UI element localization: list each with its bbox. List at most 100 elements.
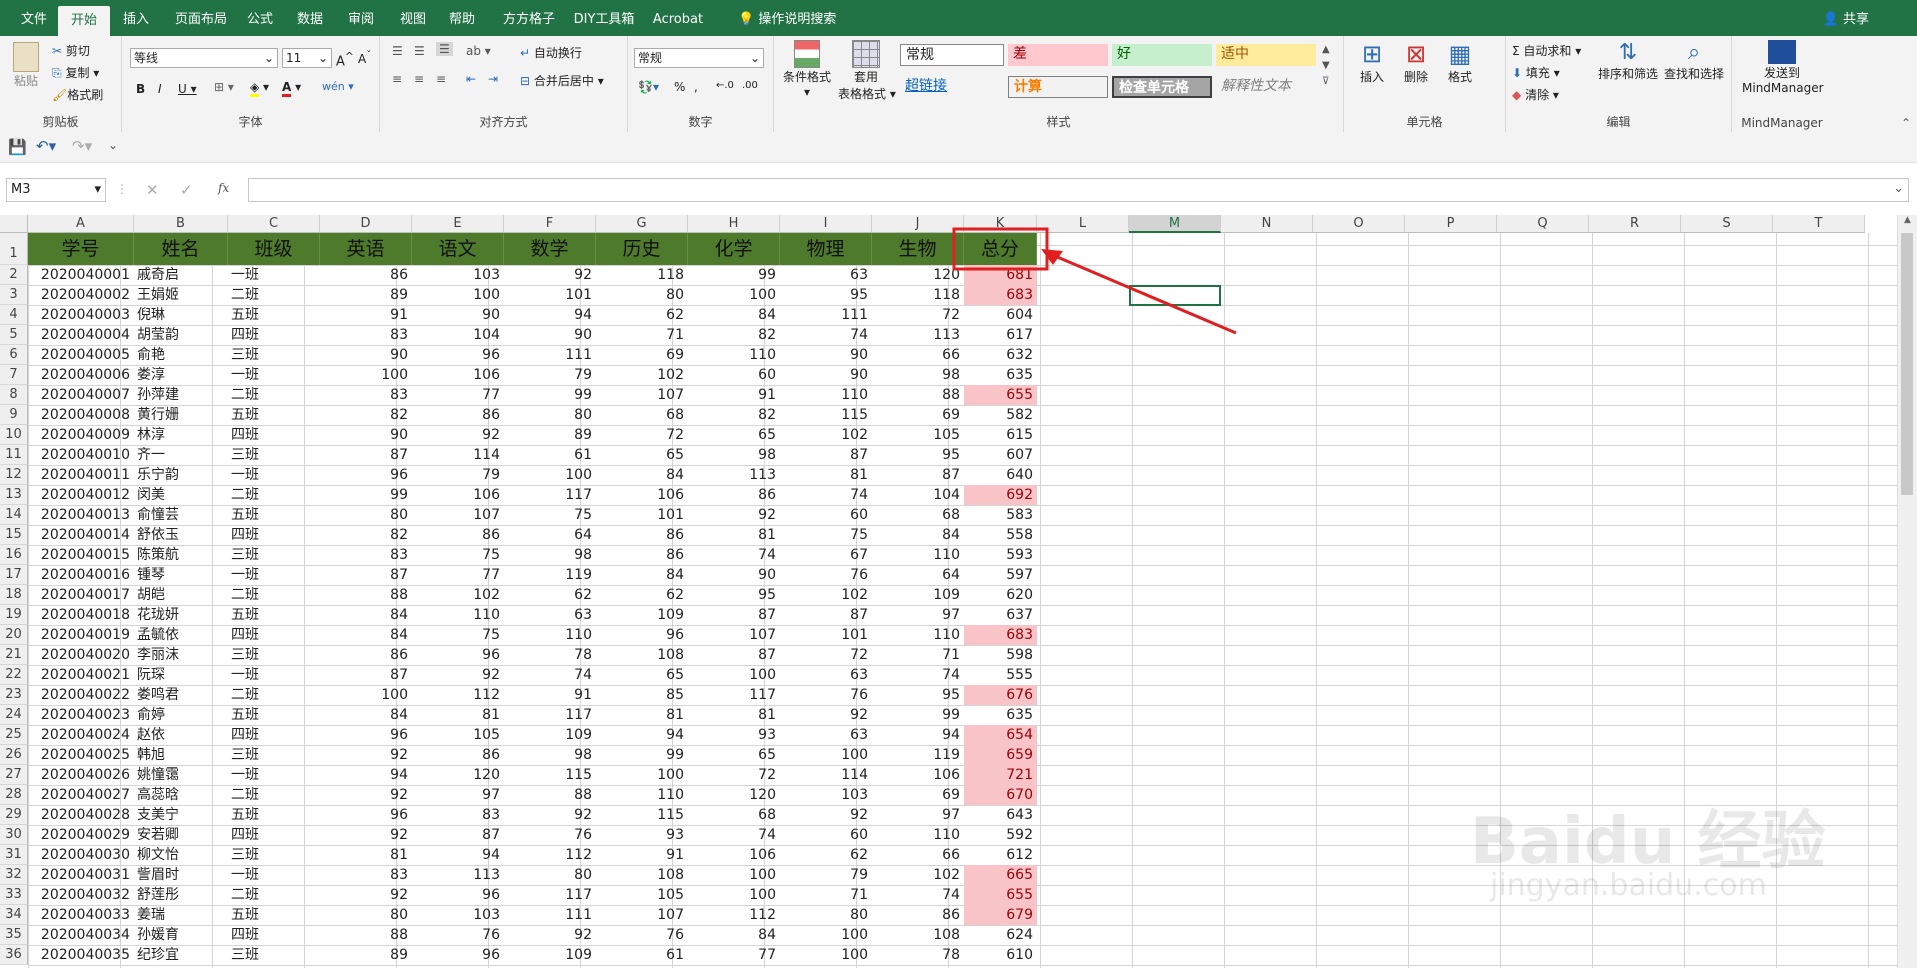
table-cell[interactable]: 2020040011	[28, 465, 134, 485]
row-header-29[interactable]: 29	[0, 805, 28, 825]
table-cell[interactable]: 2020040032	[28, 885, 134, 905]
row-header-7[interactable]: 7	[0, 365, 28, 385]
table-cell[interactable]: 97	[872, 805, 964, 825]
table-cell[interactable]: 96	[596, 625, 688, 645]
row-header-30[interactable]: 30	[0, 825, 28, 845]
table-cell[interactable]: 86	[412, 745, 504, 765]
column-header-D[interactable]: D	[320, 215, 412, 233]
table-cell[interactable]: 77	[412, 565, 504, 585]
table-cell[interactable]: 俞婷	[134, 705, 228, 725]
table-cell[interactable]: 69	[596, 345, 688, 365]
table-cell[interactable]: 106	[596, 485, 688, 505]
table-cell[interactable]: 76	[780, 685, 872, 705]
table-cell[interactable]: 88	[504, 785, 596, 805]
fill-button[interactable]: ⬇ 填充 ▾	[1512, 64, 1560, 81]
column-header-C[interactable]: C	[228, 215, 320, 233]
tab-6[interactable]: 审阅	[338, 0, 384, 36]
table-cell[interactable]: 孟毓依	[134, 625, 228, 645]
table-cell[interactable]: 2020040028	[28, 805, 134, 825]
table-cell[interactable]: 98	[688, 445, 780, 465]
table-cell[interactable]: 90	[504, 325, 596, 345]
shrink-font-button[interactable]: Aˇ	[358, 50, 371, 66]
table-cell[interactable]: 65	[688, 425, 780, 445]
table-cell[interactable]: 胡莹韵	[134, 325, 228, 345]
table-cell[interactable]: 四班	[228, 425, 320, 445]
table-cell[interactable]: 99	[504, 385, 596, 405]
table-cell[interactable]: 90	[412, 305, 504, 325]
table-cell[interactable]: 75	[780, 525, 872, 545]
row-header-20[interactable]: 20	[0, 625, 28, 645]
row-header-24[interactable]: 24	[0, 705, 28, 725]
table-cell[interactable]: 101	[504, 285, 596, 305]
table-cell[interactable]: 640	[964, 465, 1037, 485]
table-cell[interactable]: 2020040010	[28, 445, 134, 465]
table-cell[interactable]: 86	[412, 525, 504, 545]
table-cell[interactable]: 91	[596, 845, 688, 865]
table-cell[interactable]: 74	[780, 325, 872, 345]
table-cell[interactable]: 87	[320, 565, 412, 585]
table-cell[interactable]: 91	[504, 685, 596, 705]
table-cell[interactable]: 96	[412, 345, 504, 365]
table-cell[interactable]: 681	[964, 265, 1037, 285]
table-cell[interactable]: 86	[412, 405, 504, 425]
table-cell[interactable]: 72	[596, 425, 688, 445]
table-cell[interactable]: 84	[596, 565, 688, 585]
table-cell[interactable]: 闵美	[134, 485, 228, 505]
sort-filter-button[interactable]: ⇅ 排序和筛选	[1598, 40, 1658, 82]
table-cell[interactable]: 107	[688, 625, 780, 645]
column-header-H[interactable]: H	[688, 215, 780, 233]
table-cell[interactable]: 95	[688, 585, 780, 605]
table-cell[interactable]: 65	[596, 665, 688, 685]
column-header-T[interactable]: T	[1773, 215, 1865, 233]
row-header-34[interactable]: 34	[0, 905, 28, 925]
row-header-17[interactable]: 17	[0, 565, 28, 585]
table-cell[interactable]: 87	[780, 605, 872, 625]
table-cell[interactable]: 592	[964, 825, 1037, 845]
table-cell[interactable]: 100	[780, 745, 872, 765]
table-cell[interactable]: 102	[780, 585, 872, 605]
table-cell[interactable]: 2020040005	[28, 345, 134, 365]
table-cell[interactable]: 2020040003	[28, 305, 134, 325]
table-cell[interactable]: 112	[412, 685, 504, 705]
table-cell[interactable]: 77	[412, 385, 504, 405]
table-cell[interactable]: 109	[504, 945, 596, 965]
table-cell[interactable]: 111	[504, 905, 596, 925]
tab-9[interactable]: 方方格子	[494, 0, 564, 36]
table-cell[interactable]: 105	[596, 885, 688, 905]
table-cell[interactable]: 655	[964, 385, 1037, 405]
table-cell[interactable]: 赵依	[134, 725, 228, 745]
increase-decimal-button[interactable]: ←.0	[716, 80, 734, 91]
grow-font-button[interactable]: A^	[336, 50, 354, 69]
table-cell[interactable]: 61	[504, 445, 596, 465]
table-cell[interactable]: 87	[320, 665, 412, 685]
table-cell[interactable]: 692	[964, 485, 1037, 505]
row-header-1[interactable]: 1	[0, 233, 28, 265]
row-header-35[interactable]: 35	[0, 925, 28, 945]
table-cell[interactable]: 68	[688, 805, 780, 825]
table-cell[interactable]: 79	[504, 365, 596, 385]
column-header-B[interactable]: B	[134, 215, 228, 233]
table-cell[interactable]: 88	[320, 925, 412, 945]
tab-2[interactable]: 插入	[112, 0, 160, 36]
tab-1[interactable]: 开始	[58, 6, 110, 36]
table-cell[interactable]: 637	[964, 605, 1037, 625]
table-cell[interactable]: 四班	[228, 325, 320, 345]
table-cell[interactable]: 113	[872, 325, 964, 345]
table-cell[interactable]: 81	[412, 705, 504, 725]
accounting-format-button[interactable]: 💱▾	[638, 80, 659, 94]
vertical-scrollbar[interactable]: ▲	[1897, 215, 1917, 968]
table-cell[interactable]: 83	[412, 805, 504, 825]
font-size-select[interactable]: 11 ⌄	[282, 48, 332, 68]
table-cell[interactable]: 99	[688, 265, 780, 285]
table-cell[interactable]: 63	[504, 605, 596, 625]
align-top-button[interactable]: ☰	[392, 44, 403, 58]
format-cells-button[interactable]: ▦ 格式	[1448, 40, 1472, 85]
table-cell[interactable]: 604	[964, 305, 1037, 325]
table-cell[interactable]: 94	[596, 725, 688, 745]
table-cell[interactable]: 2020040035	[28, 945, 134, 965]
table-cell[interactable]: 92	[320, 745, 412, 765]
row-header-23[interactable]: 23	[0, 685, 28, 705]
header-cell[interactable]: 数学	[504, 233, 596, 265]
table-cell[interactable]: 92	[780, 705, 872, 725]
table-cell[interactable]: 665	[964, 865, 1037, 885]
